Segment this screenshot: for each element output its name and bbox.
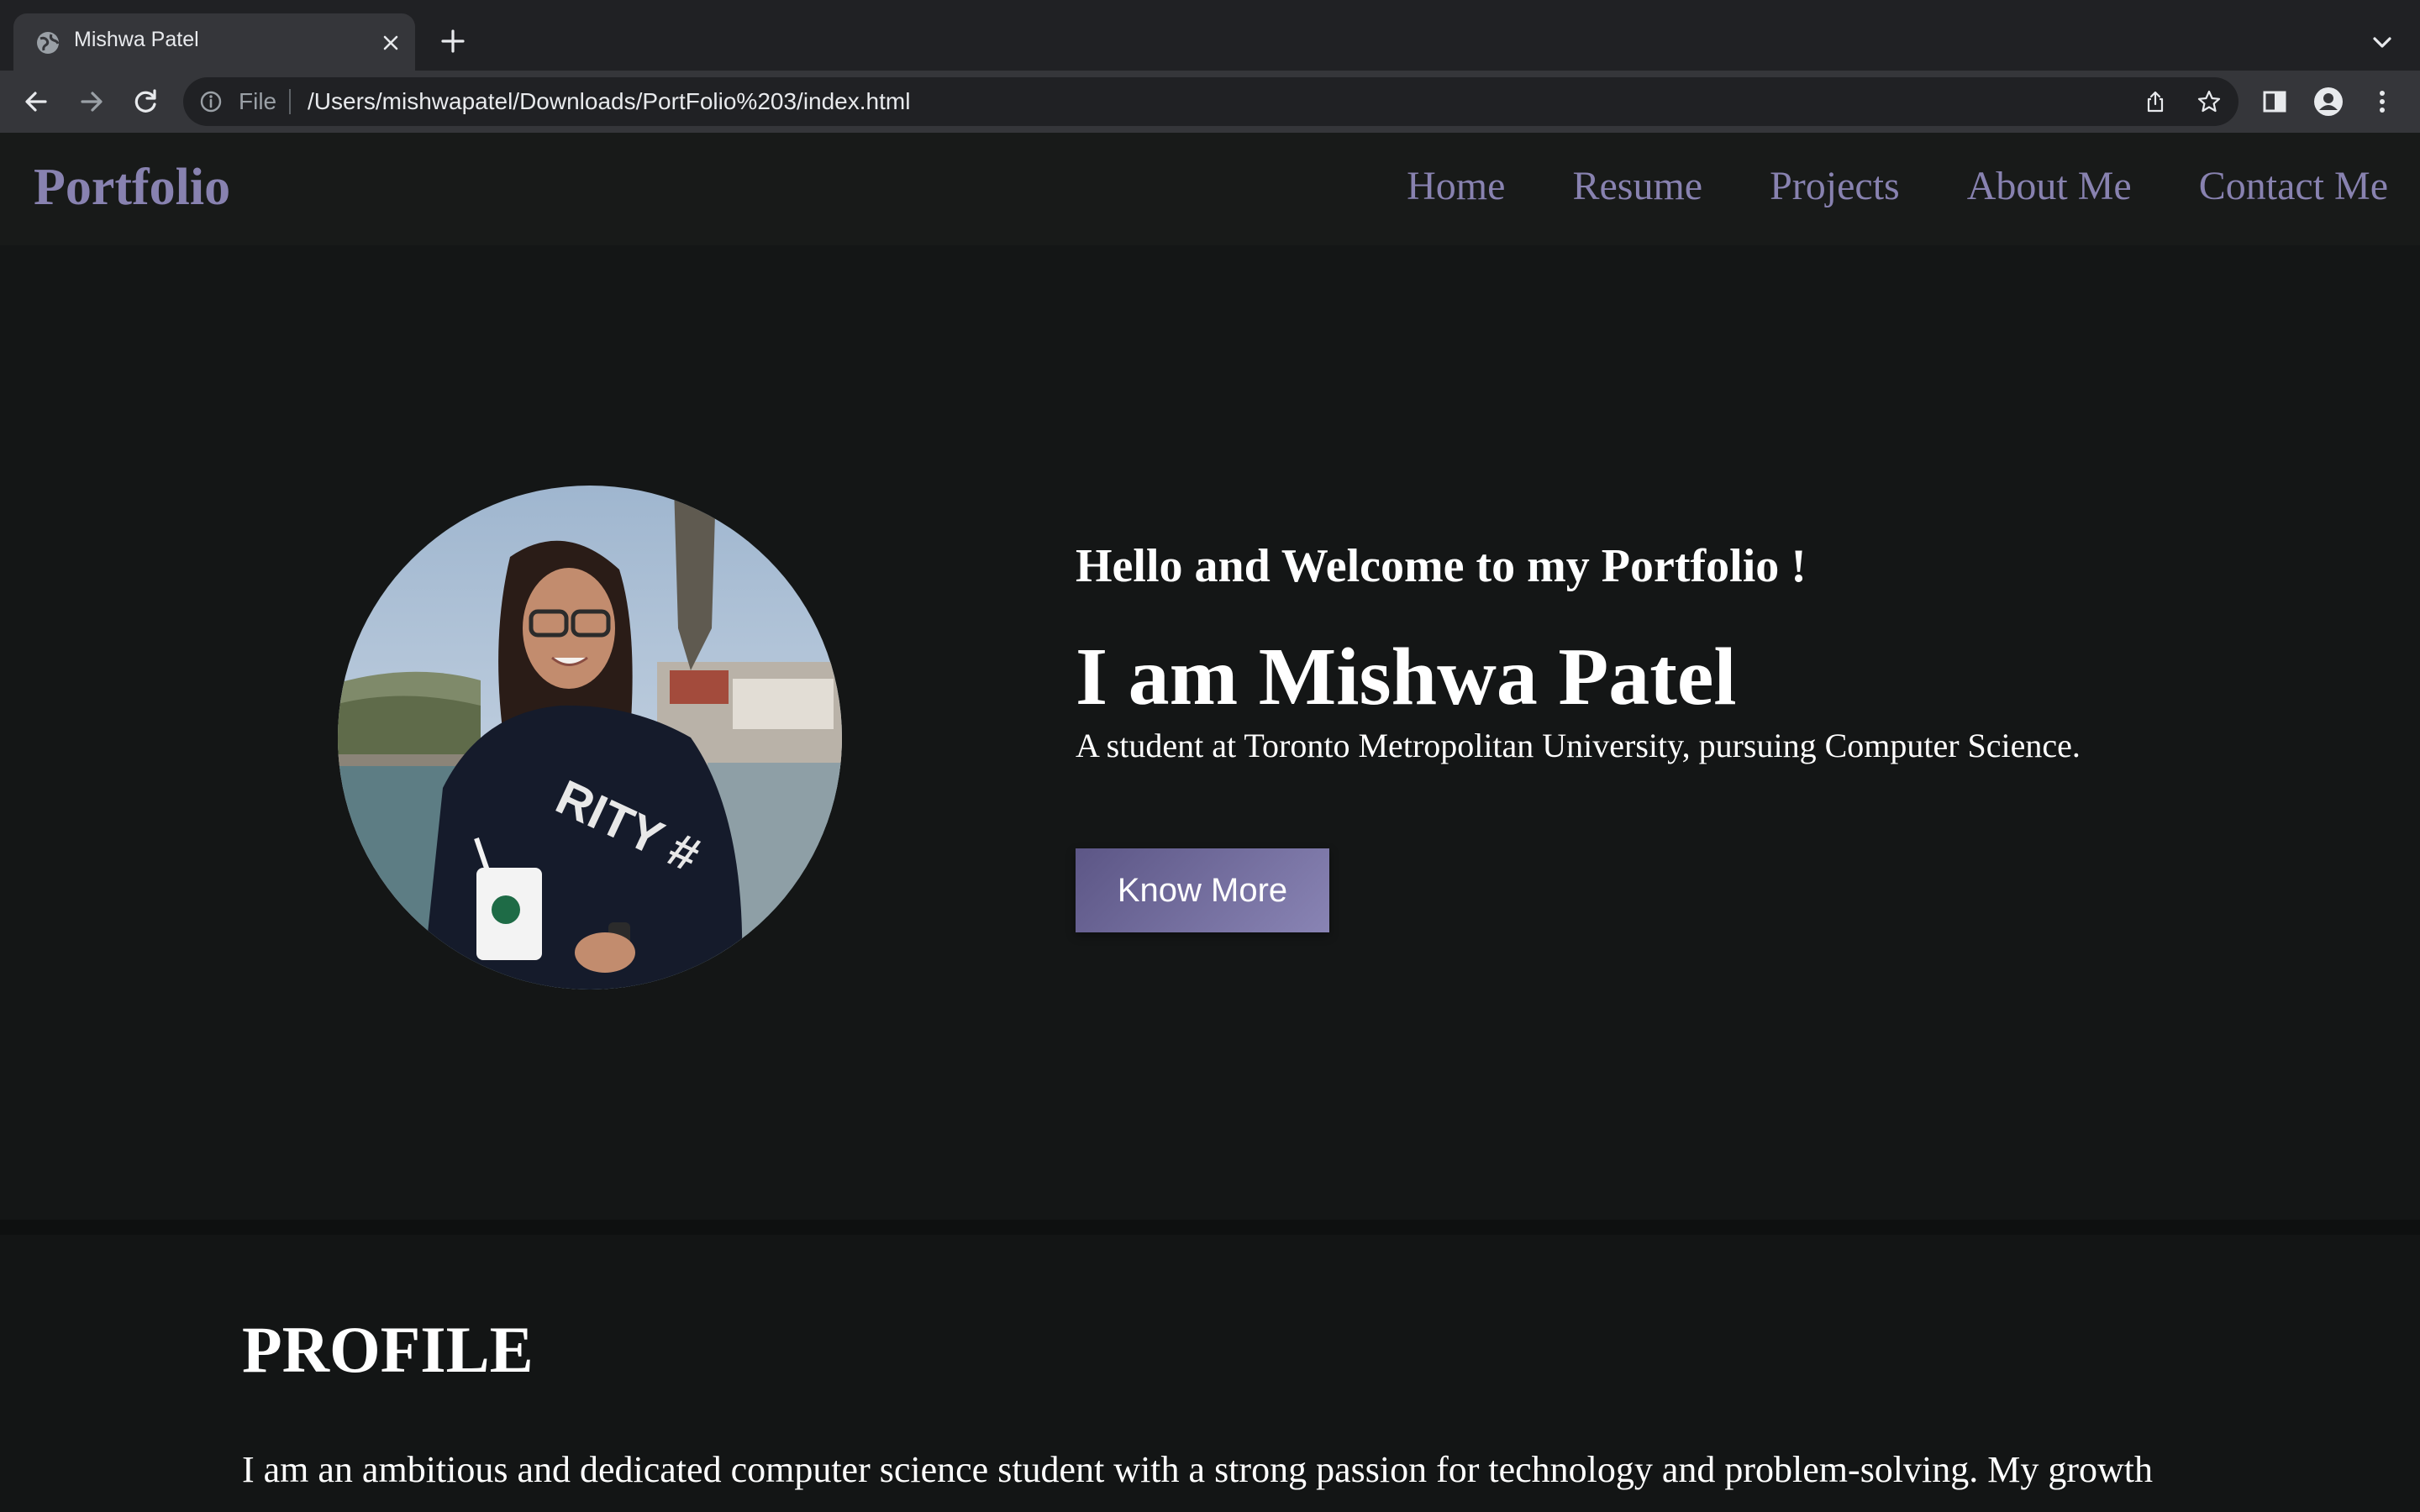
browser-tab-strip: Mishwa Patel [0, 0, 2420, 71]
reload-icon[interactable] [129, 86, 161, 118]
nav-link-resume[interactable]: Resume [1572, 163, 1702, 209]
tab-title: Mishwa Patel [74, 28, 199, 51]
browser-tab[interactable]: Mishwa Patel [13, 13, 415, 71]
site-logo[interactable]: Portfolio [34, 158, 230, 218]
star-icon[interactable] [2196, 89, 2222, 114]
site-navbar: Portfolio Home Resume Projects About Me … [0, 133, 2420, 245]
url-separator [289, 89, 291, 114]
profile-text: I am an ambitious and dedicated computer… [242, 1449, 2154, 1490]
url-scheme-label: File [239, 88, 277, 114]
plus-icon[interactable] [439, 27, 467, 55]
site-nav-menu: Home Resume Projects About Me Contact Me [1407, 163, 2388, 209]
close-icon[interactable] [378, 30, 403, 55]
profile-icon[interactable] [2312, 86, 2344, 118]
forward-arrow-icon[interactable] [76, 86, 108, 118]
nav-link-projects[interactable]: Projects [1770, 163, 1900, 209]
side-panel-icon[interactable] [2259, 86, 2291, 118]
hero-name: I am Mishwa Patel [1076, 632, 1737, 722]
profile-title: PROFILE [242, 1313, 534, 1386]
hero-tagline: A student at Toronto Metropolitan Univer… [1076, 727, 2081, 764]
info-icon[interactable] [198, 89, 224, 114]
section-divider [0, 1220, 2420, 1235]
profile-section: PROFILE I am an ambitious and dedicated … [0, 1235, 2420, 1512]
share-icon[interactable] [2143, 89, 2168, 114]
chevron-down-icon[interactable] [2368, 30, 2396, 55]
hero-section: RITY # Hello and Welcome to my Portfolio… [0, 245, 2420, 1220]
nav-link-home[interactable]: Home [1407, 163, 1505, 209]
nav-link-contact-me[interactable]: Contact Me [2199, 163, 2388, 209]
url-text[interactable]: /Users/mishwapatel/Downloads/PortFolio%2… [308, 88, 910, 115]
profile-photo: RITY # [338, 486, 842, 990]
browser-toolbar: File /Users/mishwapatel/Downloads/PortFo… [0, 71, 2420, 133]
globe-icon [37, 32, 60, 54]
address-bar[interactable]: File /Users/mishwapatel/Downloads/PortFo… [183, 77, 2238, 126]
kebab-menu-icon[interactable] [2366, 86, 2398, 118]
back-arrow-icon[interactable] [20, 86, 52, 118]
know-more-button[interactable]: Know More [1076, 848, 1329, 932]
hero-greeting: Hello and Welcome to my Portfolio ! [1076, 540, 1807, 592]
nav-link-about-me[interactable]: About Me [1967, 163, 2132, 209]
